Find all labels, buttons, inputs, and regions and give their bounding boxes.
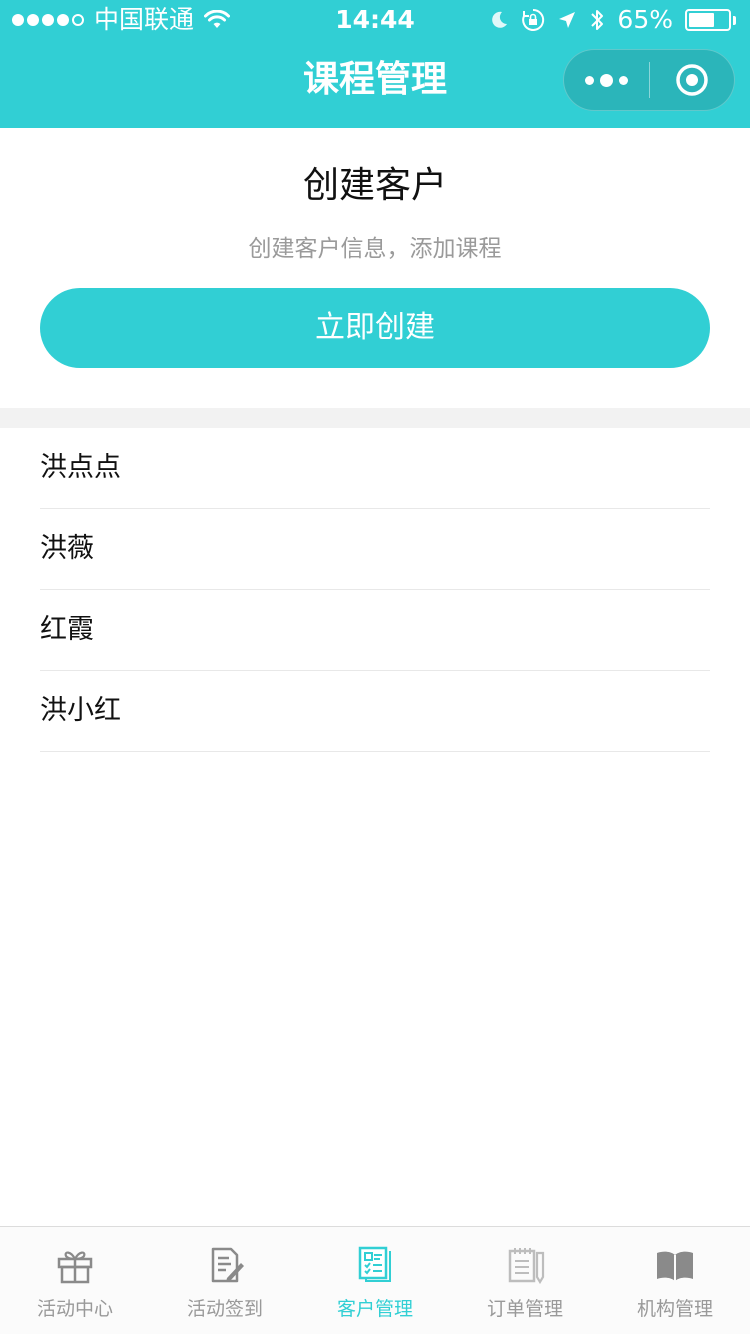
tab-customer-management[interactable]: 客户管理 (300, 1227, 450, 1334)
customer-list-item[interactable]: 洪点点 (40, 428, 710, 509)
tab-label: 客户管理 (336, 1298, 413, 1320)
tab-label: 订单管理 (486, 1298, 563, 1320)
tab-label: 活动中心 (36, 1298, 113, 1320)
tab-activity-signin[interactable]: 活动签到 (150, 1227, 300, 1334)
tab-organization-management[interactable]: 机构管理 (600, 1227, 750, 1334)
more-dots-icon-center (600, 73, 613, 87)
create-customer-subtitle: 创建客户信息，添加课程 (248, 236, 502, 262)
customer-list-item[interactable]: 红霞 (40, 590, 710, 671)
create-customer-title: 创建客户 (302, 165, 447, 206)
customer-list-item[interactable]: 洪小红 (40, 671, 710, 752)
status-right: 65% (489, 0, 736, 40)
sign-in-edit-icon (211, 1247, 244, 1283)
create-now-button[interactable]: 立即创建 (40, 288, 710, 368)
order-notepad-icon (508, 1248, 545, 1285)
customer-list-icon (358, 1246, 391, 1282)
tab-activity-center[interactable]: 活动中心 (0, 1227, 150, 1334)
header: 中国联通 14:44 65% 课程管理 (0, 0, 750, 128)
more-dots-icon (585, 75, 594, 85)
moon-icon (492, 11, 508, 28)
section-divider (0, 408, 750, 428)
more-button[interactable] (564, 49, 649, 111)
mini-program-capsule (563, 49, 735, 111)
customer-list-item[interactable]: 洪薇 (40, 509, 710, 590)
bottom-tab-bar: 活动中心 活动签到 客户管理 订单管理 机构管理 (0, 1226, 750, 1334)
bluetooth-icon (591, 10, 604, 30)
gift-icon (57, 1251, 93, 1284)
location-arrow-icon (559, 12, 576, 28)
battery-icon (685, 9, 736, 31)
create-customer-card: 创建客户 创建客户信息，添加课程 立即创建 (0, 128, 750, 408)
battery-percentage: 65% (617, 5, 673, 34)
customer-list: 洪点点 洪薇 红霞 洪小红 (0, 428, 750, 752)
tab-label: 机构管理 (636, 1298, 713, 1320)
book-icon (657, 1251, 693, 1281)
orientation-lock-icon (522, 8, 545, 31)
tab-order-management[interactable]: 订单管理 (450, 1227, 600, 1334)
more-dots-icon-end (619, 75, 628, 85)
status-bar: 中国联通 14:44 65% (0, 0, 750, 40)
target-circle-icon (676, 64, 708, 96)
tab-label: 活动签到 (186, 1298, 263, 1320)
page: 中国联通 14:44 65% 课程管理 创建客户 创建客户信息，添加课程 立即创… (0, 0, 750, 1334)
close-mini-program-button[interactable] (650, 49, 734, 111)
